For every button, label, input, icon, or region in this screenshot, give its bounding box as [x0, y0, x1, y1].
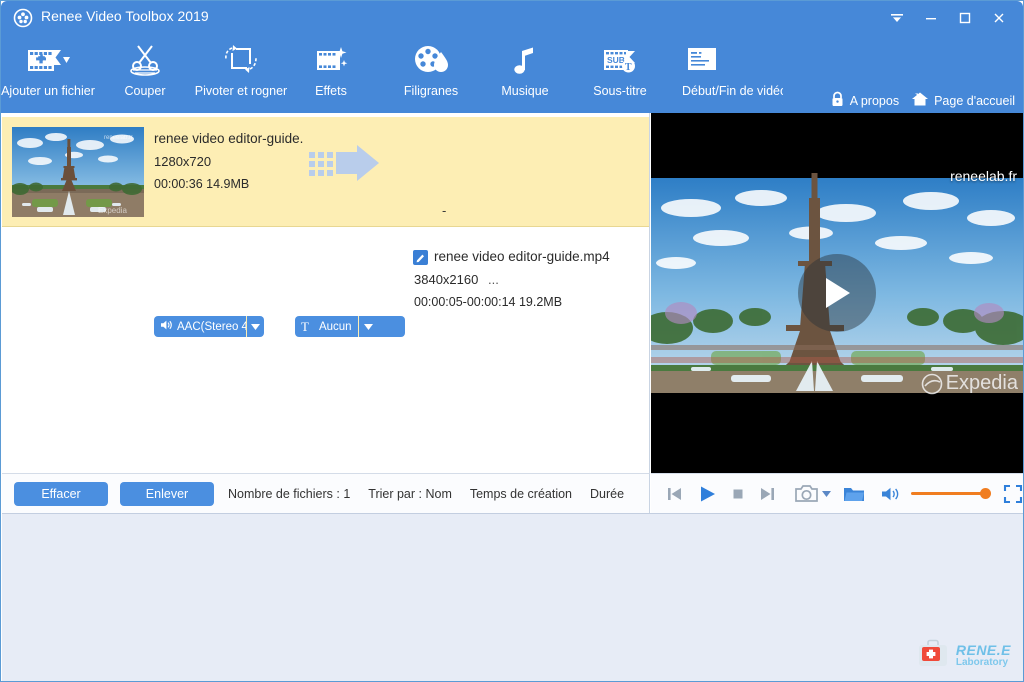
toolbar-label: Pivoter et rogner: [195, 84, 287, 98]
app-title: Renee Video Toolbox 2019: [41, 8, 209, 24]
brand-subtitle: Laboratory: [956, 658, 1011, 669]
remove-button[interactable]: Enlever: [120, 482, 214, 506]
toolbar-label: Début/Fin de vidéo: [682, 84, 783, 98]
close-button[interactable]: [983, 5, 1015, 31]
toolbar-label: Effets: [315, 84, 347, 98]
play-button[interactable]: [697, 484, 717, 504]
play-overlay-icon[interactable]: [798, 254, 876, 332]
volume-button[interactable]: [881, 486, 901, 502]
text-t-icon: T: [301, 320, 309, 333]
brand-name: RENE.E: [956, 643, 1011, 658]
output-resolution-value: 3840x2160: [414, 272, 478, 287]
expedia-logo-icon: [921, 373, 943, 395]
music-note-icon: [508, 39, 542, 81]
svg-text:reneelab.fr: reneelab.fr: [104, 135, 133, 141]
volume-slider-knob[interactable]: [980, 488, 991, 499]
app-window: Renee Video Toolbox 2019: [0, 0, 1024, 682]
output-file-name: renee video editor-guide.mp4: [434, 249, 610, 264]
file-list: reneelab.fr Expedia renee video editor-g…: [2, 113, 650, 473]
file-count-label: Nombre de fichiers : 1: [228, 487, 350, 501]
title-and-toolbar-band: Renee Video Toolbox 2019: [1, 1, 1023, 113]
toolbar-item-intro-outro[interactable]: Début/Fin de vidéo: [651, 39, 783, 98]
open-folder-button[interactable]: [843, 485, 865, 503]
right-arrow-icon: [309, 143, 381, 188]
sort-creation-time[interactable]: Temps de création: [470, 487, 572, 501]
toolbar-links: A propos Page d'accueil: [830, 91, 1015, 110]
output-resolution-more[interactable]: ...: [488, 272, 499, 287]
toolbar-item-add-file[interactable]: Ajouter un fichier: [0, 39, 103, 98]
output-duration-size: 00:00:05-00:00:14 19.2MB: [414, 295, 562, 309]
watermark-icon: [411, 39, 451, 81]
subtitle-track-label: Aucun: [319, 321, 352, 333]
minimize-button[interactable]: [915, 5, 947, 31]
subtitle-track-value-wrap: T Aucun: [295, 316, 358, 337]
eiffel-tower-thumbnail: reneelab.fr Expedia: [12, 127, 144, 217]
add-file-icon: [25, 39, 71, 81]
homepage-link[interactable]: Page d'accueil: [911, 91, 1015, 110]
stop-button[interactable]: [731, 487, 745, 501]
homepage-label: Page d'accueil: [934, 94, 1015, 108]
file-list-toolbar: Effacer Enlever Nombre de fichiers : 1 T…: [2, 473, 650, 513]
toolbar-label: Musique: [501, 84, 548, 98]
brand-logo: RENE.E Laboratory: [917, 638, 1011, 673]
title-bar: Renee Video Toolbox 2019: [1, 1, 1023, 35]
next-button[interactable]: [759, 485, 777, 503]
source-resolution: 1280x720: [154, 154, 211, 169]
toolbar-label: Couper: [125, 84, 166, 98]
toolbar-label: Filigranes: [404, 84, 458, 98]
toolbar-item-cut[interactable]: Couper: [90, 39, 200, 98]
volume-slider[interactable]: [911, 492, 987, 495]
video-preview[interactable]: reneelab.fr Expedia: [651, 113, 1023, 473]
effects-icon: [311, 39, 351, 81]
toolbar-label: Sous-titre: [593, 84, 647, 98]
audio-track-label: AAC(Stereo 4: [177, 321, 246, 333]
preview-source-watermark: Expedia: [921, 372, 1018, 395]
toolbar-label: Ajouter un fichier: [1, 84, 95, 98]
sort-by-label[interactable]: Trier par : Nom: [368, 487, 452, 501]
pencil-edit-icon[interactable]: [413, 250, 428, 265]
svg-text:T: T: [625, 62, 632, 73]
output-resolution: 3840x2160 ...: [414, 272, 499, 287]
subtitle-track-selector[interactable]: T Aucun: [295, 316, 405, 337]
window-controls: [881, 5, 1015, 31]
fullscreen-button[interactable]: [1003, 484, 1023, 504]
svg-text:Expedia: Expedia: [98, 206, 127, 215]
audio-track-selector[interactable]: AAC(Stereo 4: [154, 316, 264, 337]
source-file-name: renee video editor-guide.m: [154, 131, 304, 149]
rotate-crop-icon: [221, 39, 261, 81]
maximize-button[interactable]: [949, 5, 981, 31]
film-reel-icon: [13, 8, 33, 28]
svg-text:SUB: SUB: [607, 55, 625, 65]
scissors-icon: [125, 39, 165, 81]
settings-panel: Fusionner tous les fichiers en un seul A…: [2, 513, 1023, 681]
intro-outro-icon: [682, 39, 722, 81]
speaker-icon: [160, 319, 173, 334]
snapshot-dropdown-arrow-icon[interactable]: [822, 491, 831, 497]
subtitle-icon: SUB T: [599, 39, 641, 81]
red-cross-case-icon: [917, 638, 951, 673]
main-toolbar: Ajouter un fichier Couper: [1, 35, 1023, 113]
about-label: A propos: [850, 94, 899, 108]
toolbar-item-music[interactable]: Musique: [470, 39, 580, 98]
preview-site-watermark: reneelab.fr: [950, 168, 1017, 184]
brand-text: RENE.E Laboratory: [956, 643, 1011, 668]
player-controls-bar: [651, 473, 1023, 513]
audio-dropdown-arrow-icon[interactable]: [246, 316, 264, 337]
audio-track-value-wrap: AAC(Stereo 4: [154, 316, 246, 337]
snapshot-button[interactable]: [795, 484, 819, 503]
home-icon: [911, 91, 929, 110]
sort-duration[interactable]: Durée: [590, 487, 624, 501]
subtitle-dropdown-arrow-icon[interactable]: [358, 316, 378, 337]
extra-mark: -: [442, 203, 446, 218]
expedia-label: Expedia: [946, 372, 1018, 395]
source-duration-size: 00:00:36 14.9MB: [154, 177, 249, 191]
about-link[interactable]: A propos: [830, 91, 899, 110]
lock-icon: [830, 91, 845, 110]
collapse-ribbon-button[interactable]: [881, 5, 913, 31]
clear-button[interactable]: Effacer: [14, 482, 108, 506]
toolbar-item-effects[interactable]: Effets: [276, 39, 386, 98]
previous-button[interactable]: [665, 485, 683, 503]
